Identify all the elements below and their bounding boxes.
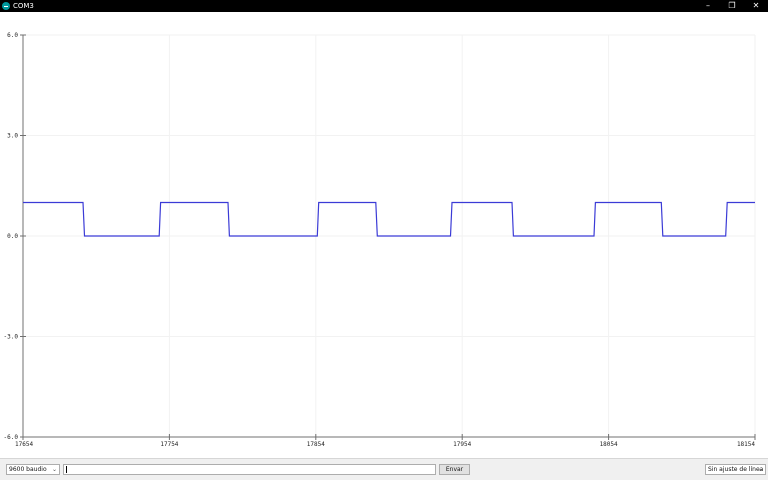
- minimize-icon[interactable]: –: [696, 0, 720, 12]
- restore-icon[interactable]: ❐: [720, 0, 744, 12]
- y-tick-label: 0.0: [7, 233, 18, 240]
- plot-canvas: 6.0 3.0 0.0 -3.0 -6.017654 17754 17854 17954 180…: [4, 32, 756, 448]
- baud-rate-value: 9600 baudio: [9, 466, 47, 473]
- x-tick-label: 17954: [453, 441, 471, 448]
- send-button[interactable]: Envar: [439, 464, 470, 475]
- arduino-icon: [2, 2, 10, 10]
- title-bar: COM3 – ❐ ✕: [0, 0, 768, 12]
- serial-plotter: 6.0 3.0 0.0 -3.0 -6.0 17654 17754 17854 17954 180…: [0, 12, 768, 458]
- line-ending-value: Sin ajuste de línea: [708, 466, 764, 473]
- x-tick-label: 17654: [15, 441, 33, 448]
- window-title: COM3: [13, 2, 34, 10]
- y-tick-label: 6.0: [7, 32, 18, 39]
- baud-rate-select[interactable]: 9600 baudio ⌄: [6, 464, 60, 475]
- chevron-down-icon: ⌄: [51, 466, 57, 473]
- bottom-toolbar: 9600 baudio ⌄ Envar Sin ajuste de línea …: [0, 458, 768, 480]
- serial-input[interactable]: [63, 464, 436, 475]
- text-caret: [66, 466, 67, 473]
- y-tick-label: 3.0: [7, 133, 18, 140]
- x-tick-label: 17854: [307, 441, 325, 448]
- y-tick-label: -6.0: [4, 434, 19, 441]
- close-icon[interactable]: ✕: [744, 0, 768, 12]
- chevron-down-icon: ⌄: [757, 466, 763, 473]
- x-tick-label: 17754: [160, 441, 178, 448]
- series-line: [23, 201, 755, 237]
- x-tick-label: 18054: [600, 441, 618, 448]
- x-tick-label: 18154: [737, 441, 755, 448]
- line-ending-select[interactable]: Sin ajuste de línea ⌄: [705, 464, 766, 475]
- y-tick-label: -3.0: [4, 334, 19, 341]
